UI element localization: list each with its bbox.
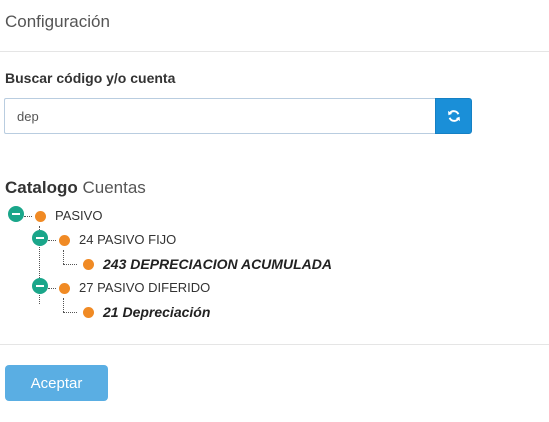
tree-node-label[interactable]: 24 PASIVO FIJO [79, 232, 176, 247]
tree-connector [63, 298, 64, 312]
tree-connector [63, 264, 77, 265]
search-label: Buscar código y/o cuenta [5, 70, 176, 86]
collapse-toggle-icon[interactable] [32, 278, 48, 294]
refresh-button[interactable] [435, 98, 472, 134]
header: Configuración [0, 0, 549, 52]
tree-title-bold: Catalogo [5, 178, 78, 197]
refresh-icon [447, 110, 460, 122]
tree-node-label[interactable]: 27 PASIVO DIFERIDO [79, 280, 210, 295]
tree-node-label[interactable]: PASIVO [55, 208, 102, 223]
tree-node-label[interactable]: 21 Depreciación [103, 304, 210, 320]
tree-title: Catalogo Cuentas [5, 178, 146, 198]
search-group [4, 98, 472, 134]
node-dot-icon [59, 283, 70, 294]
tree-connector [63, 312, 77, 313]
tree-node-label[interactable]: 243 DEPRECIACION ACUMULADA [103, 256, 332, 272]
node-dot-icon [83, 259, 94, 270]
tree-connector [48, 288, 56, 289]
tree-connector [24, 216, 32, 217]
search-input[interactable] [4, 98, 435, 134]
tree-connector [63, 250, 64, 264]
node-dot-icon [83, 307, 94, 318]
tree-connector [48, 240, 56, 241]
accept-button[interactable]: Aceptar [5, 365, 108, 401]
collapse-toggle-icon[interactable] [32, 230, 48, 246]
footer-divider [0, 344, 549, 345]
node-dot-icon [59, 235, 70, 246]
page-title: Configuración [5, 12, 110, 31]
node-dot-icon [35, 211, 46, 222]
collapse-toggle-icon[interactable] [8, 206, 24, 222]
tree-title-light: Cuentas [82, 178, 146, 197]
